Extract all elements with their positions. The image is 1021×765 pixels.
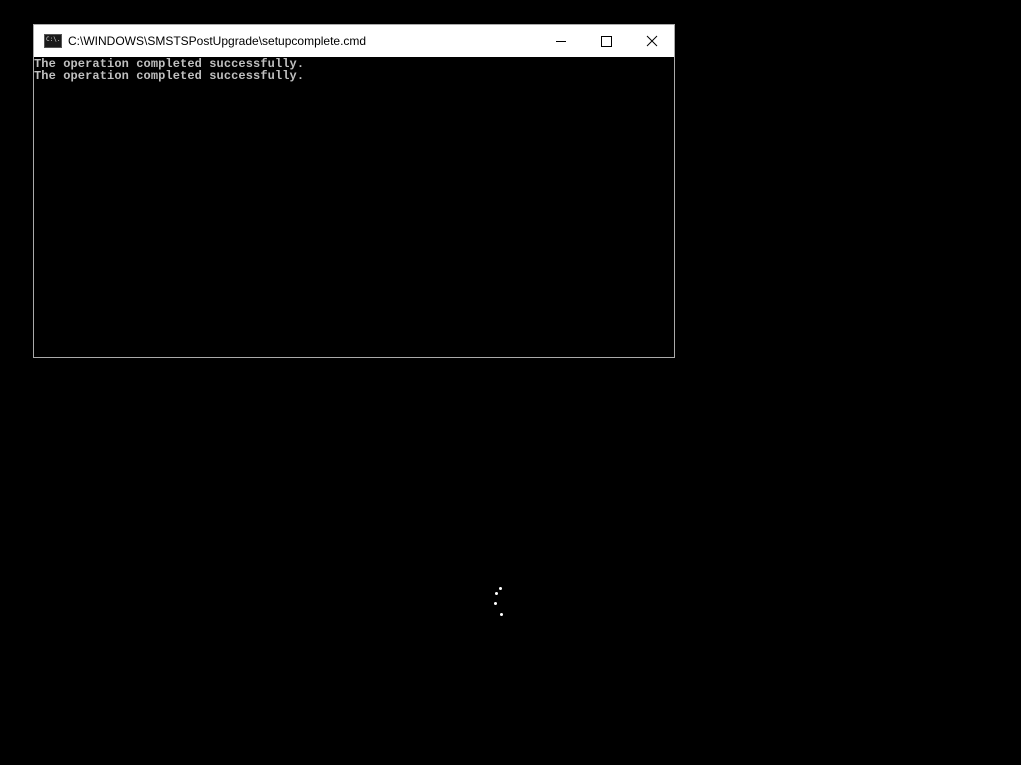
spinner-dot	[500, 613, 503, 616]
cmd-icon	[44, 34, 62, 48]
spinner-dot	[499, 587, 502, 590]
minimize-button[interactable]	[538, 25, 584, 57]
maximize-button[interactable]	[583, 25, 629, 57]
maximize-icon	[600, 35, 612, 47]
minimize-icon	[556, 40, 566, 42]
console-output[interactable]: The operation completed successfully. Th…	[34, 57, 674, 82]
loading-spinner-icon	[490, 584, 510, 620]
close-icon	[646, 35, 658, 47]
console-line: The operation completed successfully.	[34, 69, 305, 83]
spinner-dot	[495, 592, 498, 595]
window-title: C:\WINDOWS\SMSTSPostUpgrade\setupcomplet…	[68, 34, 367, 48]
close-button[interactable]	[629, 25, 675, 57]
console-window[interactable]: C:\WINDOWS\SMSTSPostUpgrade\setupcomplet…	[33, 24, 675, 358]
title-bar[interactable]: C:\WINDOWS\SMSTSPostUpgrade\setupcomplet…	[34, 25, 674, 57]
spinner-dot	[494, 602, 497, 605]
